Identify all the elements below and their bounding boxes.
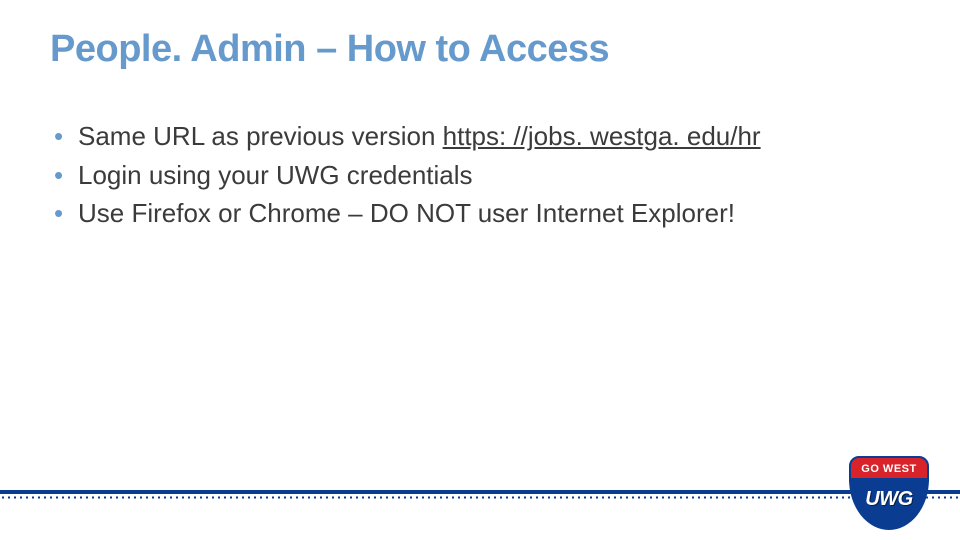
- divider-solid-line: [0, 490, 960, 494]
- url-link[interactable]: https: //jobs. westga. edu/hr: [443, 121, 761, 151]
- bullet-text: Login using your UWG credentials: [78, 160, 473, 190]
- logo-bottom-text: UWG: [865, 488, 912, 511]
- slide-title: People. Admin – How to Access: [50, 28, 609, 71]
- shield-icon: GO WEST UWG: [846, 456, 932, 534]
- bullet-text: Use Firefox or Chrome – DO NOT user Inte…: [78, 198, 735, 228]
- uwg-logo: GO WEST UWG: [846, 456, 932, 534]
- slide: People. Admin – How to Access Same URL a…: [0, 0, 960, 540]
- list-item: Login using your UWG credentials: [50, 157, 920, 195]
- list-item: Use Firefox or Chrome – DO NOT user Inte…: [50, 195, 920, 233]
- logo-top-text: GO WEST: [861, 463, 916, 475]
- shield-bottom: UWG: [849, 478, 929, 530]
- bullet-list: Same URL as previous version https: //jo…: [50, 118, 920, 234]
- list-item: Same URL as previous version https: //jo…: [50, 118, 920, 156]
- footer-divider: [0, 490, 960, 500]
- bullet-text: Same URL as previous version: [78, 121, 443, 151]
- divider-dotted-line: [0, 496, 960, 499]
